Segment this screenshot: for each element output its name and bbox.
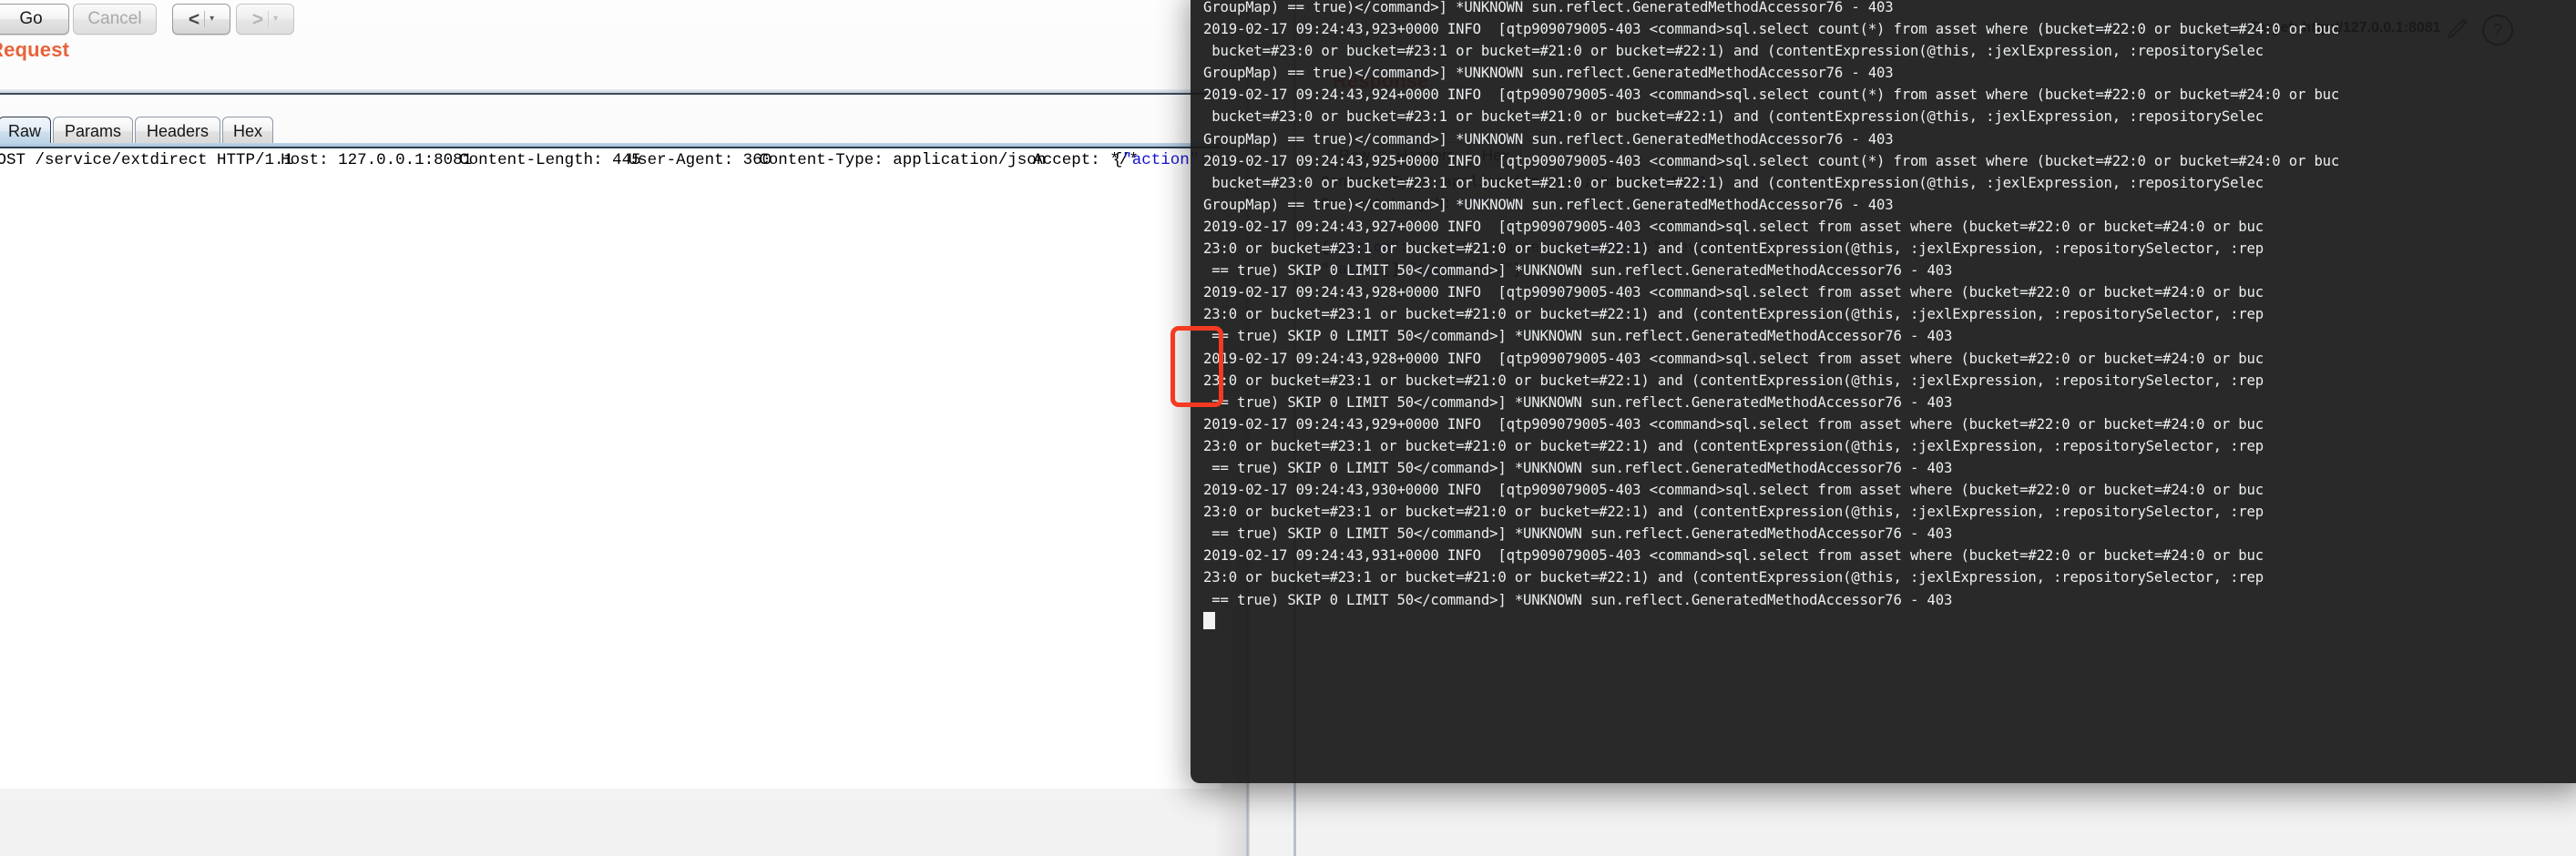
tab-underline-dark [0, 147, 1221, 148]
terminal-line: 2019-02-17 09:24:43,923+0000 INFO [qtp90… [1203, 21, 2340, 38]
request-line: Content-Type: application/json [759, 151, 1047, 169]
terminal-window[interactable]: GroupMap) == true)</command>] *UNKNOWN s… [1191, 0, 2576, 783]
terminal-output[interactable]: GroupMap) == true)</command>] *UNKNOWN s… [1191, 0, 2576, 783]
cancel-button[interactable]: Cancel [73, 4, 157, 35]
terminal-line: GroupMap) == true)</command>] *UNKNOWN s… [1203, 0, 1894, 15]
terminal-line: 2019-02-17 09:24:43,924+0000 INFO [qtp90… [1203, 87, 2340, 104]
cancel-button-label: Cancel [87, 9, 142, 28]
terminal-cursor-line [1203, 611, 2576, 633]
terminal-line: bucket=#23:0 or bucket=#23:1 or bucket=#… [1203, 174, 2264, 191]
splitter-line [0, 93, 1221, 95]
request-line: POST /service/extdirect HTTP/1.1 [0, 151, 294, 169]
terminal-cursor [1203, 611, 1215, 629]
terminal-line: == true) SKIP 0 LIMIT 50</command>] *UNK… [1203, 262, 1953, 280]
tab-hex-label: Hex [232, 121, 262, 140]
chevron-down-icon[interactable]: ▾ [205, 15, 219, 24]
terminal-line: 2019-02-17 09:24:43,930+0000 INFO [qtp90… [1203, 482, 2264, 499]
tab-headers-label: Headers [146, 121, 210, 140]
terminal-line: bucket=#23:0 or bucket=#23:1 or bucket=#… [1203, 43, 2264, 60]
terminal-line: 2019-02-17 09:24:43,927+0000 INFO [qtp90… [1203, 218, 2264, 235]
terminal-line: 2019-02-17 09:24:43,931+0000 INFO [qtp90… [1203, 547, 2264, 565]
terminal-line: 2019-02-17 09:24:43,928+0000 INFO [qtp90… [1203, 350, 2264, 367]
chevron-down-icon[interactable]: ▾ [269, 15, 282, 24]
request-line: Host: 127.0.0.1:8081 [281, 151, 473, 169]
terminal-line: 23:0 or bucket=#23:1 or bucket=#21:0 or … [1203, 437, 2264, 454]
terminal-line: 23:0 or bucket=#23:1 or bucket=#21:0 or … [1203, 240, 2264, 258]
tab-headers[interactable]: Headers [135, 117, 220, 145]
terminal-line: 2019-02-17 09:24:43,928+0000 INFO [qtp90… [1203, 284, 2264, 301]
tab-params-label: Params [64, 121, 121, 140]
terminal-line: GroupMap) == true)</command>] *UNKNOWN s… [1203, 196, 1894, 213]
terminal-line: bucket=#23:0 or bucket=#23:1 or bucket=#… [1203, 108, 2264, 126]
repeater-toolbar: Go Cancel < ▾ > ▾ [0, 0, 1221, 44]
request-tab-strip: Raw Params Headers Hex [0, 117, 1221, 148]
tab-params[interactable]: Params [53, 117, 133, 145]
request-panel-title: Request [0, 38, 70, 61]
terminal-line: == true) SKIP 0 LIMIT 50</command>] *UNK… [1203, 459, 1953, 476]
tab-raw-label: Raw [7, 121, 41, 140]
request-line: User-Agent: 360 [628, 151, 772, 169]
terminal-line: == true) SKIP 0 LIMIT 50</command>] *UNK… [1203, 591, 1953, 608]
terminal-line: 23:0 or bucket=#23:1 or bucket=#21:0 or … [1203, 372, 2264, 389]
tab-hex[interactable]: Hex [222, 117, 273, 145]
go-button[interactable]: Go [0, 4, 69, 35]
back-button[interactable]: < ▾ [172, 4, 230, 35]
terminal-line: 23:0 or bucket=#23:1 or bucket=#21:0 or … [1203, 569, 2264, 586]
terminal-line: == true) SKIP 0 LIMIT 50</command>] *UNK… [1203, 328, 1953, 345]
terminal-line: 2019-02-17 09:24:43,925+0000 INFO [qtp90… [1203, 152, 2340, 169]
terminal-line: 23:0 or bucket=#23:1 or bucket=#21:0 or … [1203, 504, 2264, 521]
terminal-line: GroupMap) == true)</command>] *UNKNOWN s… [1203, 65, 1894, 82]
go-button-label: Go [19, 9, 43, 28]
terminal-line: == true) SKIP 0 LIMIT 50</command>] *UNK… [1203, 393, 1953, 411]
terminal-line: 23:0 or bucket=#23:1 or bucket=#21:0 or … [1203, 306, 2264, 323]
request-raw-editor[interactable]: POST /service/extdirect HTTP/1.1Host: 12… [0, 151, 1221, 789]
forward-button[interactable]: > ▾ [236, 4, 294, 35]
request-line: Content-Length: 445 [459, 151, 641, 169]
terminal-line: GroupMap) == true)</command>] *UNKNOWN s… [1203, 130, 1894, 148]
chevron-left-icon: < [188, 8, 200, 30]
terminal-line: == true) SKIP 0 LIMIT 50</command>] *UNK… [1203, 525, 1953, 543]
terminal-line: 2019-02-17 09:24:43,929+0000 INFO [qtp90… [1203, 415, 2264, 433]
chevron-right-icon: > [251, 8, 264, 30]
